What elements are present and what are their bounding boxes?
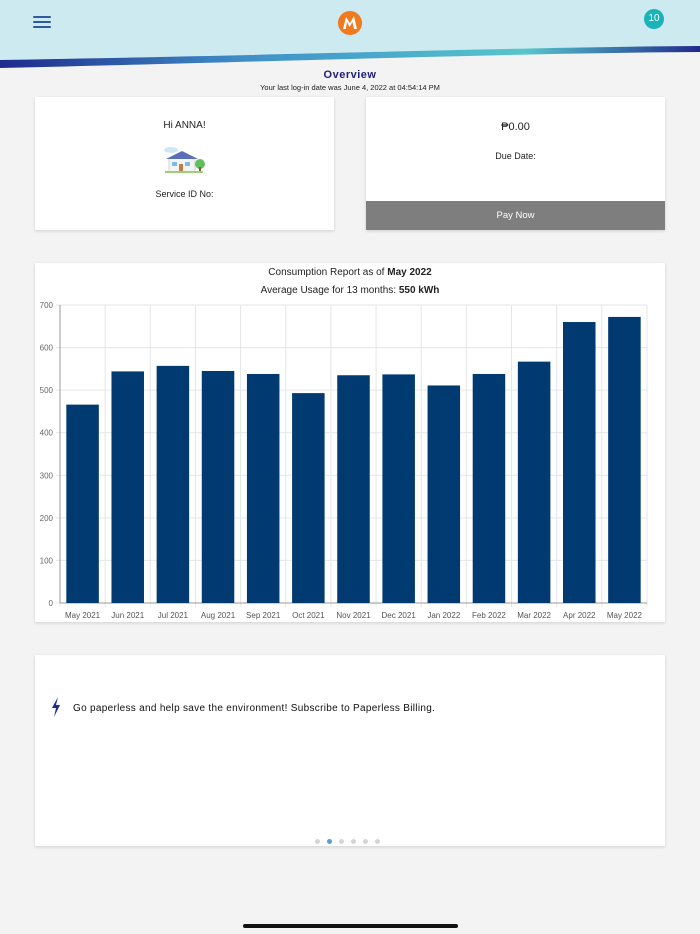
bar-jul-2021 bbox=[156, 365, 190, 603]
bar-nov-2021 bbox=[337, 375, 370, 603]
house-illustration-icon bbox=[164, 147, 205, 173]
chart-title: Consumption Report as of May 2022 bbox=[268, 267, 432, 278]
y-tick-label: 600 bbox=[40, 344, 54, 353]
carousel-dot[interactable] bbox=[375, 839, 380, 844]
y-tick-label: 300 bbox=[40, 471, 54, 480]
bar-feb-2022 bbox=[472, 373, 506, 603]
x-tick-label: Oct 2021 bbox=[292, 611, 325, 620]
chart-average: Average Usage for 13 months: 550 kWh bbox=[260, 285, 440, 296]
promo-text[interactable]: Go paperless and help save the environme… bbox=[73, 703, 435, 714]
y-tick-label: 700 bbox=[40, 301, 54, 310]
service-id-label: Service ID No: bbox=[155, 189, 214, 199]
consumption-report-card: 0 100 200 300 400 500 600 700 May 2021 Jun 2021 Ju… bbox=[35, 263, 665, 622]
promo-carousel-card[interactable]: Go paperless and help save the environme… bbox=[35, 655, 665, 846]
y-tick-label: 400 bbox=[40, 429, 54, 438]
home-indicator bbox=[243, 924, 458, 928]
x-tick-label: Apr 2022 bbox=[563, 611, 596, 620]
x-tick-label: Nov 2021 bbox=[336, 611, 371, 620]
bar-jun-2021 bbox=[111, 371, 144, 603]
pay-now-button[interactable]: Pay Now bbox=[366, 201, 665, 230]
x-tick-label: May 2022 bbox=[607, 611, 643, 620]
carousel-dot[interactable] bbox=[339, 839, 344, 844]
x-tick-label: Jun 2021 bbox=[111, 611, 144, 620]
y-tick-label: 500 bbox=[40, 386, 54, 395]
x-tick-label: Aug 2021 bbox=[201, 611, 236, 620]
y-tick-label: 0 bbox=[49, 599, 54, 608]
x-tick-label: Jan 2022 bbox=[427, 611, 460, 620]
lightning-bolt-icon bbox=[52, 697, 60, 717]
consumption-bar-chart: 0 100 200 300 400 500 600 700 May 2021 Jun 2021 Ju… bbox=[40, 301, 648, 620]
notification-badge[interactable]: 10 bbox=[644, 9, 664, 29]
carousel-dot[interactable] bbox=[351, 839, 356, 844]
greeting-text: Hi ANNA! bbox=[163, 120, 206, 131]
bar-dec-2021 bbox=[382, 374, 415, 603]
x-tick-label: Feb 2022 bbox=[472, 611, 506, 620]
bar-sep-2021 bbox=[246, 373, 280, 603]
billing-card: ₱0.00 Due Date: Pay Now bbox=[366, 97, 665, 230]
x-tick-label: Sep 2021 bbox=[246, 611, 281, 620]
y-tick-label: 100 bbox=[40, 556, 54, 565]
carousel-dot[interactable] bbox=[327, 839, 332, 844]
bar-may-2021 bbox=[66, 404, 99, 603]
carousel-pagination bbox=[315, 839, 380, 844]
hamburger-menu-icon[interactable] bbox=[33, 14, 51, 30]
y-tick-label: 200 bbox=[40, 514, 54, 523]
x-tick-label: Dec 2021 bbox=[382, 611, 417, 620]
x-tick-label: May 2021 bbox=[65, 611, 101, 620]
bar-aug-2021 bbox=[201, 370, 235, 603]
bar-apr-2022 bbox=[563, 322, 596, 603]
amount-due: ₱0.00 bbox=[501, 121, 530, 133]
bar-mar-2022 bbox=[517, 361, 551, 603]
bar-oct-2021 bbox=[292, 393, 325, 603]
bar-may-2022 bbox=[608, 316, 641, 603]
account-card: Hi ANNA! Service ID No: bbox=[35, 97, 334, 230]
bar-jan-2022 bbox=[427, 385, 461, 603]
carousel-dot[interactable] bbox=[363, 839, 368, 844]
due-date-label: Due Date: bbox=[495, 151, 536, 161]
x-tick-label: Mar 2022 bbox=[517, 611, 551, 620]
x-tick-label: Jul 2021 bbox=[158, 611, 189, 620]
page-title: Overview bbox=[323, 69, 377, 81]
carousel-dot[interactable] bbox=[315, 839, 320, 844]
last-login-text: Your last log-in date was June 4, 2022 a… bbox=[260, 83, 440, 92]
brand-logo-icon[interactable] bbox=[337, 10, 363, 36]
